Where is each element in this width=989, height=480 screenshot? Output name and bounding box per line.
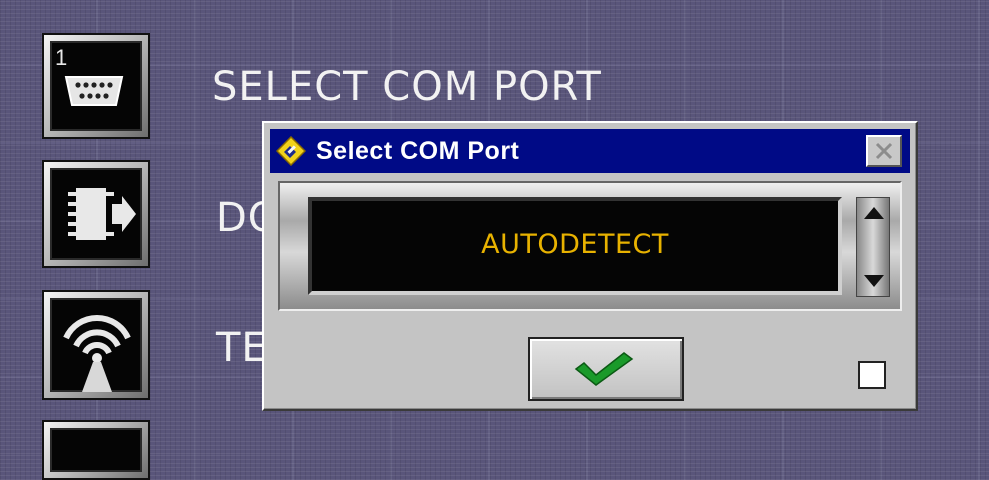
- chip-export-button-face: [50, 168, 142, 260]
- fourth-menu-button[interactable]: [42, 420, 150, 480]
- chip-export-button[interactable]: [42, 160, 150, 268]
- chip-export-icon: [68, 188, 136, 240]
- menu-label-3: TE: [216, 325, 268, 371]
- com-port-list-panel: AUTODETECT: [278, 181, 902, 311]
- ok-button[interactable]: [528, 337, 684, 401]
- select-com-port-dialog: Select COM Port AUTODETECT: [262, 121, 918, 411]
- dialog-titlebar[interactable]: Select COM Port: [270, 129, 910, 173]
- com-port-scrollbar[interactable]: [856, 197, 890, 297]
- antenna-signal-button-face: [50, 298, 142, 392]
- antenna-signal-button[interactable]: [42, 290, 150, 400]
- serial-port-button[interactable]: 1: [42, 33, 150, 139]
- com-port-selected-value[interactable]: AUTODETECT: [312, 229, 838, 260]
- checkmark-icon: [574, 352, 634, 386]
- close-icon: [875, 142, 893, 160]
- close-button[interactable]: [866, 135, 902, 167]
- option-checkbox[interactable]: [858, 361, 886, 389]
- com-port-list[interactable]: AUTODETECT: [308, 197, 842, 295]
- dialog-title: Select COM Port: [316, 137, 520, 165]
- arrow-down-icon[interactable]: [861, 272, 887, 290]
- menu-label-select-com-port: SELECT COM PORT: [212, 64, 602, 110]
- diamond-tool-icon: [276, 136, 306, 166]
- fourth-menu-button-face: [50, 428, 142, 472]
- serial-port-icon: [64, 76, 124, 106]
- serial-port-button-face: 1: [50, 41, 142, 131]
- arrow-up-icon[interactable]: [861, 204, 887, 222]
- antenna-signal-icon: [63, 315, 131, 392]
